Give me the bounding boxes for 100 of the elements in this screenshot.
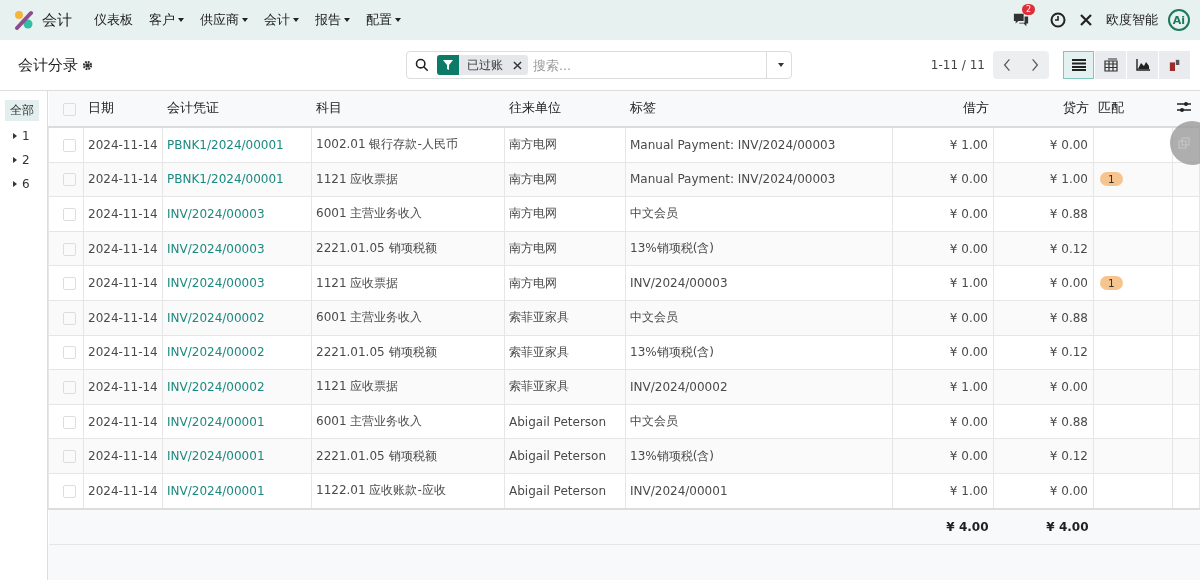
menu-item[interactable]: 仪表板 (86, 0, 141, 40)
table-cell: ¥ 0.12 (1049, 449, 1088, 464)
row-checkbox[interactable] (63, 450, 76, 464)
app-logo-icon[interactable] (14, 10, 34, 30)
debit-total: ¥ 4.00 (946, 519, 989, 534)
row-checkbox[interactable] (63, 380, 76, 394)
sidebar-item[interactable]: 1 (5, 127, 36, 145)
menu-item[interactable]: 供应商 (192, 0, 256, 40)
table-cell: 1121 应收票据 (316, 275, 399, 290)
column-header[interactable]: 科目 (315, 100, 342, 115)
table-cell: 2221.01.05 销项税额 (316, 344, 437, 359)
table-cell: ¥ 0.00 (949, 345, 988, 360)
close-icon[interactable] (513, 60, 522, 70)
row-checkbox[interactable] (63, 242, 76, 256)
blocks-icon (1168, 58, 1181, 72)
table-cell: 2024-11-14 (88, 449, 158, 464)
column-header[interactable]: 标签 (629, 100, 656, 115)
table-cell: 南方电网 (509, 171, 557, 186)
activity-view-button[interactable] (1159, 51, 1190, 79)
menu-item[interactable]: 配置 (358, 0, 409, 40)
row-checkbox[interactable] (63, 415, 76, 429)
pager-value[interactable]: 1-11 / 11 (930, 58, 985, 72)
menu-item[interactable]: 客户 (141, 0, 192, 40)
app-name[interactable]: 会计 (42, 10, 72, 30)
table-cell: 1121 应收票据 (316, 171, 399, 186)
chat-icon[interactable] (1012, 12, 1030, 28)
filter-facet[interactable]: 已过账 (437, 55, 528, 75)
table-cell: 南方电网 (509, 275, 557, 290)
table-cell: 索菲亚家具 (509, 344, 569, 359)
filter-icon (443, 60, 453, 70)
page-title: 会计分录 (18, 55, 78, 75)
menu-item[interactable]: 会计 (256, 0, 307, 40)
list-icon (1071, 59, 1086, 71)
table-cell: ¥ 1.00 (1049, 172, 1088, 187)
menu-item[interactable]: 报告 (307, 0, 358, 40)
table-cell: 6001 主营业务收入 (316, 310, 423, 325)
table-cell: Manual Payment: INV/2024/00003 (630, 172, 836, 187)
column-header[interactable]: 日期 (87, 100, 114, 115)
table-cell: Abigail Peterson (509, 449, 607, 464)
column-header[interactable]: 借方 (962, 100, 989, 115)
column-header[interactable]: 往来单位 (508, 100, 561, 115)
table-cell: 南方电网 (509, 137, 557, 152)
table-cell: 南方电网 (509, 206, 557, 221)
search-icon (415, 58, 429, 72)
table-cell: 2024-11-14 (88, 172, 158, 187)
matching-badge[interactable]: 1 (1100, 276, 1123, 291)
table-cell: ¥ 0.88 (1049, 310, 1088, 325)
table-cell: Manual Payment: INV/2024/00003 (630, 137, 836, 152)
table-cell: 13%销项税(含) (630, 448, 715, 463)
row-checkbox[interactable] (63, 346, 76, 360)
list-view-button[interactable] (1063, 51, 1094, 79)
matching-badge[interactable]: 1 (1100, 172, 1123, 187)
table-cell: Abigail Peterson (509, 414, 607, 429)
table-cell: 1121 应收票据 (316, 379, 399, 394)
column-header[interactable]: 会计凭证 (166, 100, 219, 115)
table-cell: ¥ 0.00 (949, 207, 988, 221)
table-cell: Abigail Peterson (509, 483, 607, 498)
table-cell: ¥ 0.12 (1049, 345, 1088, 360)
column-settings-icon[interactable] (1176, 101, 1191, 113)
sidebar-item[interactable]: 6 (5, 175, 36, 193)
table-cell: ¥ 0.00 (1049, 483, 1088, 498)
table-cell: 2024-11-14 (88, 379, 158, 394)
gear-icon[interactable] (82, 59, 93, 71)
row-checkbox[interactable] (63, 484, 76, 498)
table-cell: 2024-11-14 (88, 414, 158, 429)
area-chart-icon (1135, 59, 1150, 71)
select-all-checkbox[interactable] (62, 103, 76, 116)
chevron-right-icon (1031, 58, 1039, 72)
sidebar-item[interactable]: 2 (5, 151, 36, 169)
row-checkbox[interactable] (63, 311, 76, 325)
message-count-badge: 2 (1022, 4, 1036, 15)
chevron-left-icon (1003, 58, 1011, 72)
table-cell: 中文会员 (630, 206, 678, 221)
table-cell: ¥ 0.00 (949, 172, 988, 187)
table-cell: ¥ 1.00 (949, 276, 988, 291)
row-checkbox[interactable] (63, 138, 76, 152)
table-cell: ¥ 0.00 (1049, 379, 1088, 394)
table-cell: INV/2024/00001 (630, 483, 728, 498)
table-cell: ¥ 0.00 (949, 241, 988, 256)
table-cell: 2024-11-14 (88, 207, 158, 221)
user-avatar[interactable]: Ai (1168, 9, 1190, 31)
row-checkbox[interactable] (63, 208, 76, 221)
column-header[interactable]: 贷方 (1062, 100, 1089, 115)
table-cell: ¥ 1.00 (949, 379, 988, 394)
table-cell: 2024-11-14 (88, 345, 158, 360)
search-bar[interactable]: 已过账 搜索... (406, 51, 792, 79)
graph-view-button[interactable] (1127, 51, 1158, 79)
table-cell: ¥ 0.00 (1049, 137, 1088, 152)
column-header[interactable]: 匹配 (1097, 100, 1124, 115)
table-cell: 13%销项税(含) (630, 344, 715, 359)
sidebar-item[interactable]: 全部 (5, 100, 39, 121)
row-checkbox[interactable] (63, 173, 76, 187)
table-cell: 6001 主营业务收入 (316, 206, 423, 221)
table-cell: 2024-11-14 (88, 241, 158, 256)
pivot-view-button[interactable] (1095, 51, 1126, 79)
clock-icon[interactable] (1050, 12, 1066, 28)
company-name[interactable]: 欧度智能 (1106, 11, 1158, 29)
table-cell: 2221.01.05 销项税额 (316, 448, 437, 463)
row-checkbox[interactable] (63, 277, 76, 291)
table-cell: ¥ 0.00 (949, 449, 988, 464)
